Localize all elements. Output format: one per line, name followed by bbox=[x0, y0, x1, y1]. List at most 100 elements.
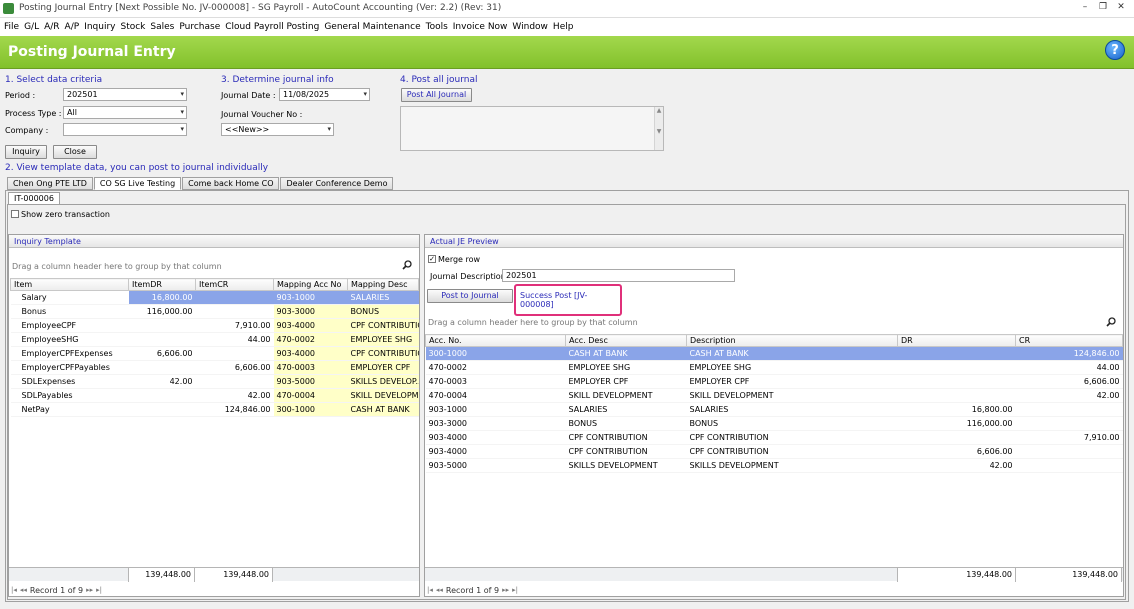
table-row[interactable]: 300-1000 CASH AT BANK CASH AT BANK 124,846.… bbox=[425, 346, 1123, 361]
menu-invoice-now[interactable]: Invoice Now bbox=[453, 22, 508, 32]
menu-general-maintenance[interactable]: General Maintenance bbox=[324, 22, 420, 32]
je-preview-grid[interactable]: Acc. No. Acc. Desc Description DR CR 300… bbox=[425, 334, 1123, 473]
cell-cr: 124,846.00 bbox=[1015, 346, 1123, 361]
column-header-cr[interactable]: CR bbox=[1015, 334, 1123, 347]
post-to-journal-button[interactable]: Post to Journal bbox=[427, 289, 513, 303]
menu-tools[interactable]: Tools bbox=[426, 22, 448, 32]
last-record-icon[interactable]: ▸| bbox=[96, 586, 102, 594]
cell-cr bbox=[1015, 416, 1123, 431]
table-row[interactable]: EmployerCPFExpenses 6,606.00 903-4000 CPF C… bbox=[10, 346, 419, 361]
column-header-itemcr[interactable]: ItemCR bbox=[195, 278, 274, 291]
menu-file[interactable]: File bbox=[4, 22, 19, 32]
prev-record-icon[interactable]: ◂◂ bbox=[20, 586, 27, 594]
template-data-heading: 2. View template data, you can post to j… bbox=[5, 163, 269, 173]
cell-mapping-desc: CPF CONTRIBUTION bbox=[347, 318, 419, 333]
tab-come-back-home[interactable]: Come back Home CO bbox=[182, 177, 280, 190]
journal-date-input[interactable]: 11/08/2025 ▾ bbox=[279, 88, 370, 101]
journal-date-label: Journal Date : bbox=[221, 91, 276, 100]
cell-description: EMPLOYER CPF bbox=[686, 374, 898, 389]
cell-acc-desc: SKILLS DEVELOPMENT bbox=[565, 458, 687, 473]
cell-acc-no: 903-5000 bbox=[425, 458, 566, 473]
close-button[interactable]: Close bbox=[53, 145, 97, 159]
table-row[interactable]: EmployerCPFPayables 6,606.00 470-0003 EMPLO… bbox=[10, 360, 419, 375]
menu-purchase[interactable]: Purchase bbox=[179, 22, 220, 32]
period-select[interactable]: 202501 ▾ bbox=[63, 88, 187, 101]
close-icon[interactable]: ✕ bbox=[1114, 2, 1128, 12]
next-record-icon[interactable]: ▸▸ bbox=[502, 586, 509, 594]
table-row[interactable]: 903-4000 CPF CONTRIBUTION CPF CONTRIBUTION… bbox=[425, 430, 1123, 445]
table-row[interactable]: Bonus 116,000.00 903-3000 BONUS bbox=[10, 304, 419, 319]
first-record-icon[interactable]: |◂ bbox=[11, 586, 17, 594]
tab-dealer-conference[interactable]: Dealer Conference Demo bbox=[280, 177, 394, 190]
inquiry-button[interactable]: Inquiry bbox=[5, 145, 47, 159]
table-row[interactable]: 903-3000 BONUS BONUS 116,000.00 bbox=[425, 416, 1123, 431]
next-record-icon[interactable]: ▸▸ bbox=[86, 586, 93, 594]
merge-row-checkbox[interactable]: ✓ bbox=[428, 255, 436, 263]
menu-inquiry[interactable]: Inquiry bbox=[84, 22, 115, 32]
cell-dr bbox=[897, 374, 1016, 389]
cell-itemcr: 44.00 bbox=[195, 332, 274, 347]
cell-itemdr: 6,606.00 bbox=[128, 346, 196, 361]
column-header-description[interactable]: Description bbox=[686, 334, 898, 347]
table-row[interactable]: Salary 16,800.00 903-1000 SALARIES bbox=[10, 290, 419, 305]
cell-itemdr: 16,800.00 bbox=[128, 290, 196, 305]
table-row[interactable]: SDLPayables 42.00470-0004SKILL DEVELOPME.… bbox=[10, 388, 419, 403]
table-row[interactable]: 470-0002 EMPLOYEE SHG EMPLOYEE SHG 44.00 bbox=[425, 360, 1123, 375]
journal-description-input[interactable]: 202501 bbox=[502, 269, 735, 282]
cell-dr bbox=[897, 346, 1016, 361]
total-dr: 139,448.00 bbox=[897, 568, 1016, 582]
menu-cloud-payroll-posting[interactable]: Cloud Payroll Posting bbox=[225, 22, 319, 32]
post-log-box[interactable]: ▲ ▼ bbox=[400, 106, 664, 151]
table-row[interactable]: EmployeeSHG 44.00 470-0002 EMPLOYEE SHG bbox=[10, 332, 419, 347]
cell-cr: 7,910.00 bbox=[1015, 430, 1123, 445]
menu-ap[interactable]: A/P bbox=[65, 22, 80, 32]
column-header-dr[interactable]: DR bbox=[897, 334, 1016, 347]
menu-stock[interactable]: Stock bbox=[120, 22, 145, 32]
cell-itemdr bbox=[128, 318, 196, 333]
last-record-icon[interactable]: ▸| bbox=[512, 586, 518, 594]
menu-window[interactable]: Window bbox=[512, 22, 548, 32]
show-zero-checkbox[interactable] bbox=[11, 210, 19, 218]
help-icon[interactable]: ? bbox=[1105, 40, 1125, 60]
table-row[interactable]: 903-5000 SKILLS DEVELOPMENT SKILLS DEVELOP… bbox=[425, 458, 1123, 473]
menu-sales[interactable]: Sales bbox=[150, 22, 174, 32]
column-header-mapping-desc[interactable]: Mapping Desc bbox=[347, 278, 419, 291]
table-row[interactable]: 903-4000 CPF CONTRIBUTION CPF CONTRIBUTION… bbox=[425, 444, 1123, 459]
voucher-no-select[interactable]: <<New>> ▾ bbox=[221, 123, 334, 136]
search-icon[interactable] bbox=[402, 260, 412, 270]
prev-record-icon[interactable]: ◂◂ bbox=[436, 586, 443, 594]
menu-bar: File G/L A/R A/P Inquiry Stock Sales Pur… bbox=[0, 18, 1134, 36]
menu-help[interactable]: Help bbox=[553, 22, 574, 32]
cell-itemdr: 42.00 bbox=[128, 374, 196, 389]
column-header-item[interactable]: Item bbox=[10, 278, 129, 291]
scrollbar[interactable]: ▲ ▼ bbox=[654, 107, 663, 150]
table-row[interactable]: 470-0003 EMPLOYER CPF EMPLOYER CPF 6,606.00 bbox=[425, 374, 1123, 389]
tab-chen-ong[interactable]: Chen Ong PTE LTD bbox=[7, 177, 93, 190]
inquiry-grid[interactable]: Item ItemDR ItemCR Mapping Acc No Mappin… bbox=[10, 278, 419, 417]
minimize-icon[interactable]: – bbox=[1078, 2, 1092, 12]
je-preview-title: Actual JE Preview bbox=[425, 235, 1123, 248]
cell-dr bbox=[897, 360, 1016, 375]
table-row[interactable]: 470-0004 SKILL DEVELOPMENT SKILL DEVELOPME… bbox=[425, 388, 1123, 403]
tab-co-sg-live-testing[interactable]: CO SG Live Testing bbox=[93, 177, 182, 190]
restore-icon[interactable]: ❐ bbox=[1096, 2, 1110, 12]
menu-gl[interactable]: G/L bbox=[24, 22, 39, 32]
table-row[interactable]: NetPay 124,846.00 300-1000 CASH AT BANK bbox=[10, 402, 419, 417]
column-header-itemdr[interactable]: ItemDR bbox=[128, 278, 196, 291]
cell-dr: 16,800.00 bbox=[897, 402, 1016, 417]
table-row[interactable]: SDLExpenses 42.00 903-5000 SKILLS DEVELOP..… bbox=[10, 374, 419, 389]
post-all-journal-button[interactable]: Post All Journal bbox=[401, 88, 472, 102]
first-record-icon[interactable]: |◂ bbox=[427, 586, 433, 594]
search-icon[interactable] bbox=[1106, 317, 1116, 327]
process-type-select[interactable]: All ▾ bbox=[63, 106, 187, 119]
column-header-mapping-acc-no[interactable]: Mapping Acc No bbox=[273, 278, 348, 291]
company-select[interactable]: ▾ bbox=[63, 123, 187, 136]
menu-ar[interactable]: A/R bbox=[44, 22, 59, 32]
column-header-acc-no[interactable]: Acc. No. bbox=[425, 334, 566, 347]
cell-itemdr bbox=[128, 388, 196, 403]
column-header-acc-desc[interactable]: Acc. Desc bbox=[565, 334, 687, 347]
table-row[interactable]: 903-1000 SALARIES SALARIES 16,800.00 bbox=[425, 402, 1123, 417]
merge-row-label: Merge row bbox=[438, 255, 481, 264]
table-row[interactable]: EmployeeCPF 7,910.00 903-4000 CPF CONTRIBUT… bbox=[10, 318, 419, 333]
cell-acc-no: 300-1000 bbox=[425, 346, 566, 361]
